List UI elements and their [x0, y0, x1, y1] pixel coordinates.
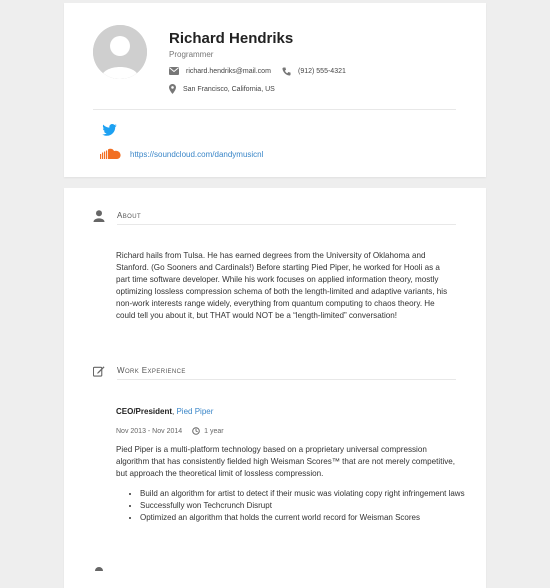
location-contact: San Francisco, California, US — [169, 84, 275, 94]
soundcloud-link[interactable]: https://soundcloud.com/dandymusicnl — [100, 148, 263, 160]
location-text: San Francisco, California, US — [183, 85, 275, 93]
user-placeholder-icon — [93, 25, 147, 79]
about-text: Richard hails from Tulsa. He has earned … — [116, 251, 448, 320]
job-duration: 1 year — [204, 427, 224, 435]
profile-name: Richard Hendriks — [169, 30, 294, 47]
list-item: Build an algorithm for artist to detect … — [140, 488, 480, 500]
job-date-range: Nov 2013 - Nov 2014 — [116, 427, 183, 435]
profile-title: Programmer — [169, 50, 214, 59]
job-summary: Pied Piper is a multi-platform technolog… — [116, 445, 456, 478]
work-heading: Work Experience — [117, 366, 186, 375]
email-contact[interactable]: richard.hendriks@mail.com — [169, 67, 271, 75]
company-link[interactable]: Pied Piper — [176, 407, 213, 416]
envelope-icon — [169, 67, 179, 75]
profile-header-card: Richard Hendriks Programmer richard.hend… — [64, 3, 486, 177]
phone-text: (912) 555-4321 — [298, 68, 346, 75]
next-section-icon — [95, 567, 103, 571]
work-section-header: Work Experience — [93, 365, 456, 380]
job-highlights: Build an algorithm for artist to detect … — [116, 488, 480, 524]
divider — [93, 109, 456, 110]
phone-contact[interactable]: (912) 555-4321 — [282, 67, 346, 76]
about-heading: About — [117, 211, 142, 220]
job-dates: Nov 2013 - Nov 2014 1 year — [116, 427, 224, 435]
phone-icon — [282, 67, 291, 76]
about-section-header: About — [93, 210, 456, 225]
avatar — [93, 25, 147, 79]
edit-icon — [93, 366, 105, 377]
resume-main-card: About Richard hails from Tulsa. He has e… — [64, 188, 486, 588]
map-marker-icon — [169, 84, 176, 94]
job-title-line: CEO/President, Pied Piper — [116, 407, 213, 416]
section-divider — [117, 379, 456, 380]
list-item: Successfully won Techcrunch Disrupt — [140, 500, 480, 512]
twitter-link[interactable] — [102, 124, 117, 136]
list-item: Optimized an algorithm that holds the cu… — [140, 512, 480, 524]
twitter-icon — [102, 124, 117, 136]
section-divider — [117, 224, 456, 225]
email-text: richard.hendriks@mail.com — [186, 67, 271, 75]
job-position: CEO/President — [116, 407, 173, 416]
soundcloud-icon — [100, 148, 121, 159]
clock-icon — [192, 427, 200, 435]
user-icon — [93, 210, 105, 222]
soundcloud-url[interactable]: https://soundcloud.com/dandymusicnl — [130, 150, 263, 159]
